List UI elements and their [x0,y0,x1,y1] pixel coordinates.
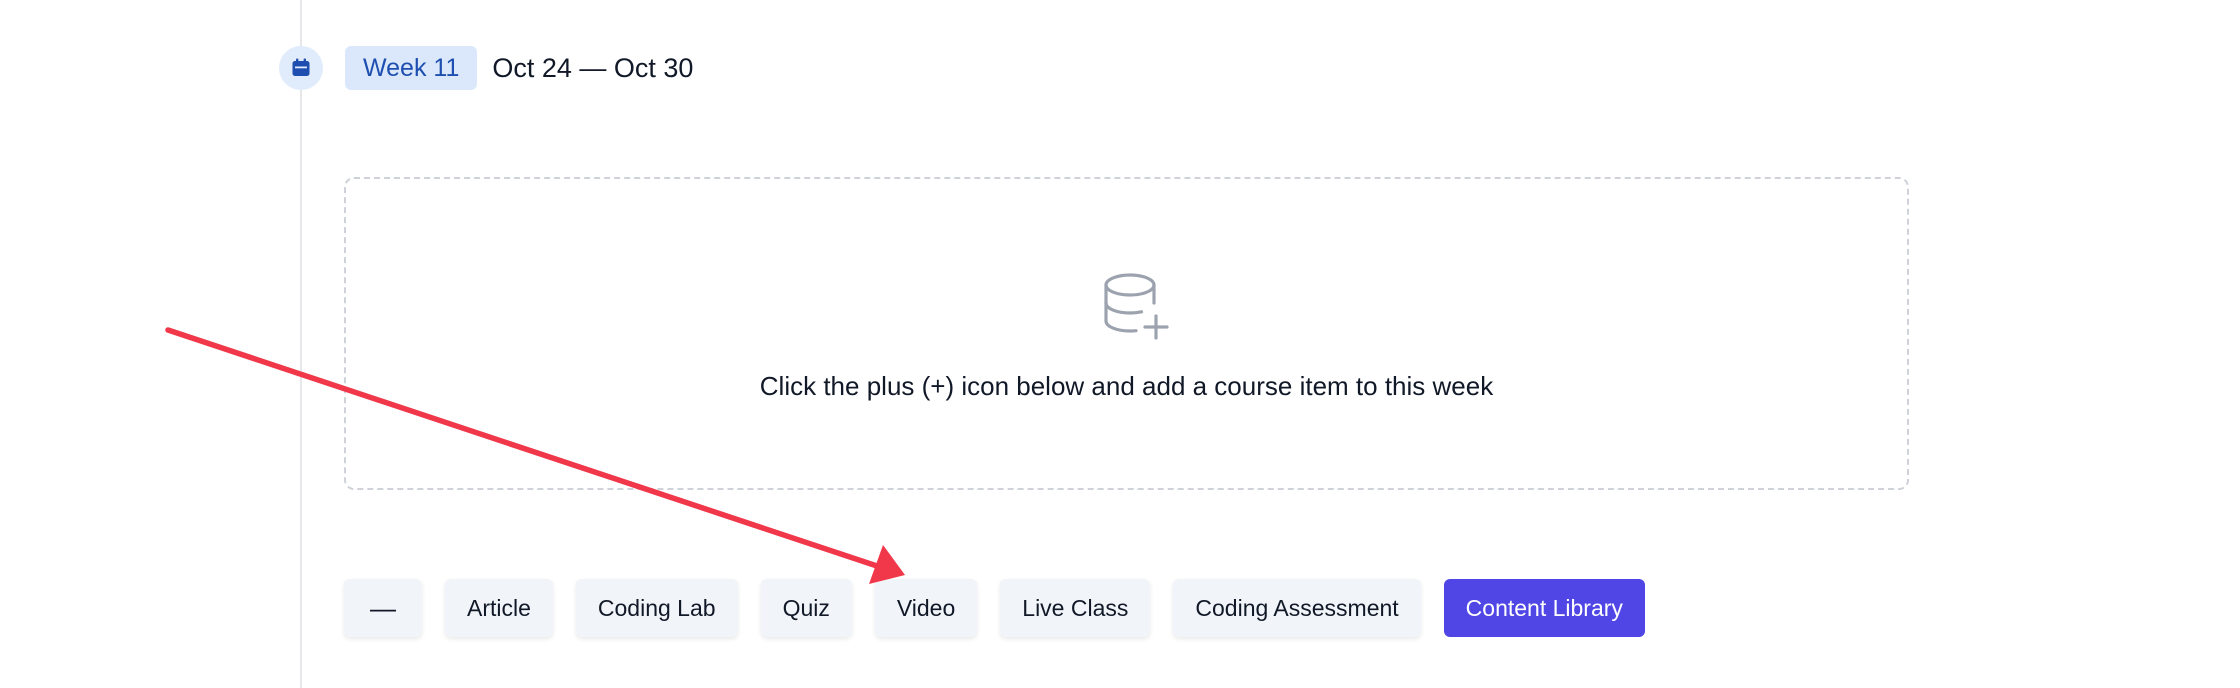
add-video-button[interactable]: Video [874,579,978,637]
week-label: Week 11 [345,46,478,90]
week-header: Week 11 Oct 24 — Oct 30 [279,46,693,90]
add-item-toolbar: — Article Coding Lab Quiz Video Live Cla… [344,579,1668,637]
calendar-icon [279,46,323,90]
add-live-class-button[interactable]: Live Class [1000,579,1151,637]
add-article-button[interactable]: Article [445,579,553,637]
timeline-line [300,0,302,688]
add-quiz-button[interactable]: Quiz [760,579,852,637]
empty-state-message: Click the plus (+) icon below and add a … [759,371,1494,401]
collapse-button[interactable]: — [344,579,422,637]
empty-week-dropzone: Click the plus (+) icon below and add a … [344,177,1909,490]
week-date-range: Oct 24 — Oct 30 [492,52,694,83]
content-library-button[interactable]: Content Library [1443,579,1645,637]
add-coding-assessment-button[interactable]: Coding Assessment [1173,579,1421,637]
add-coding-lab-button[interactable]: Coding Lab [575,579,738,637]
database-add-icon [1104,273,1169,340]
